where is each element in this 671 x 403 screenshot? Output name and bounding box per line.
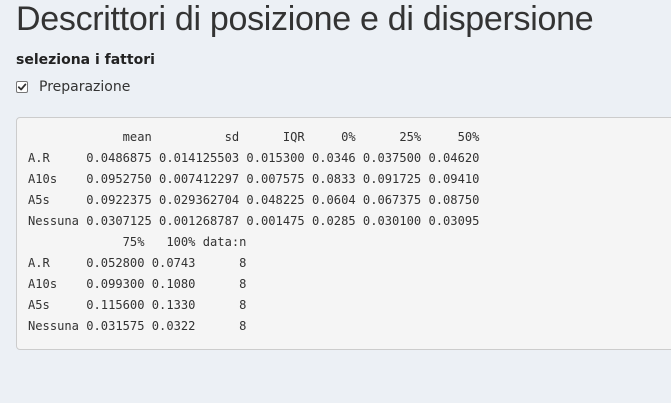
page-title: Descrittori di posizione e di dispersion… — [16, 0, 594, 38]
output-row-a10s-2: A10s 0.099300 0.1080 8 — [28, 277, 247, 291]
checkmark-icon — [17, 83, 27, 91]
output-header-line-2: 75% 100% data:n — [28, 235, 247, 249]
preparazione-label: Preparazione — [39, 79, 131, 95]
output-row-a5s: A5s 0.0922375 0.029362704 0.048225 0.060… — [28, 193, 480, 207]
output-row-a-r: A.R 0.0486875 0.014125503 0.015300 0.034… — [28, 151, 480, 165]
output-header-line: mean sd IQR 0% 25% 50% — [28, 130, 480, 144]
output-row-nessuna: Nessuna 0.0307125 0.001268787 0.001475 0… — [28, 214, 480, 228]
output-row-a-r-2: A.R 0.052800 0.0743 8 — [28, 256, 247, 270]
factors-label: seleziona i fattori — [16, 52, 155, 68]
preparazione-checkbox[interactable] — [16, 81, 28, 93]
statistics-output: mean sd IQR 0% 25% 50% A.R 0.0486875 0.0… — [16, 117, 671, 350]
factor-option-preparazione[interactable]: Preparazione — [16, 79, 130, 95]
output-row-a5s-2: A5s 0.115600 0.1330 8 — [28, 298, 247, 312]
output-row-nessuna-2: Nessuna 0.031575 0.0322 8 — [28, 319, 247, 333]
output-row-a10s: A10s 0.0952750 0.007412297 0.007575 0.08… — [28, 172, 480, 186]
